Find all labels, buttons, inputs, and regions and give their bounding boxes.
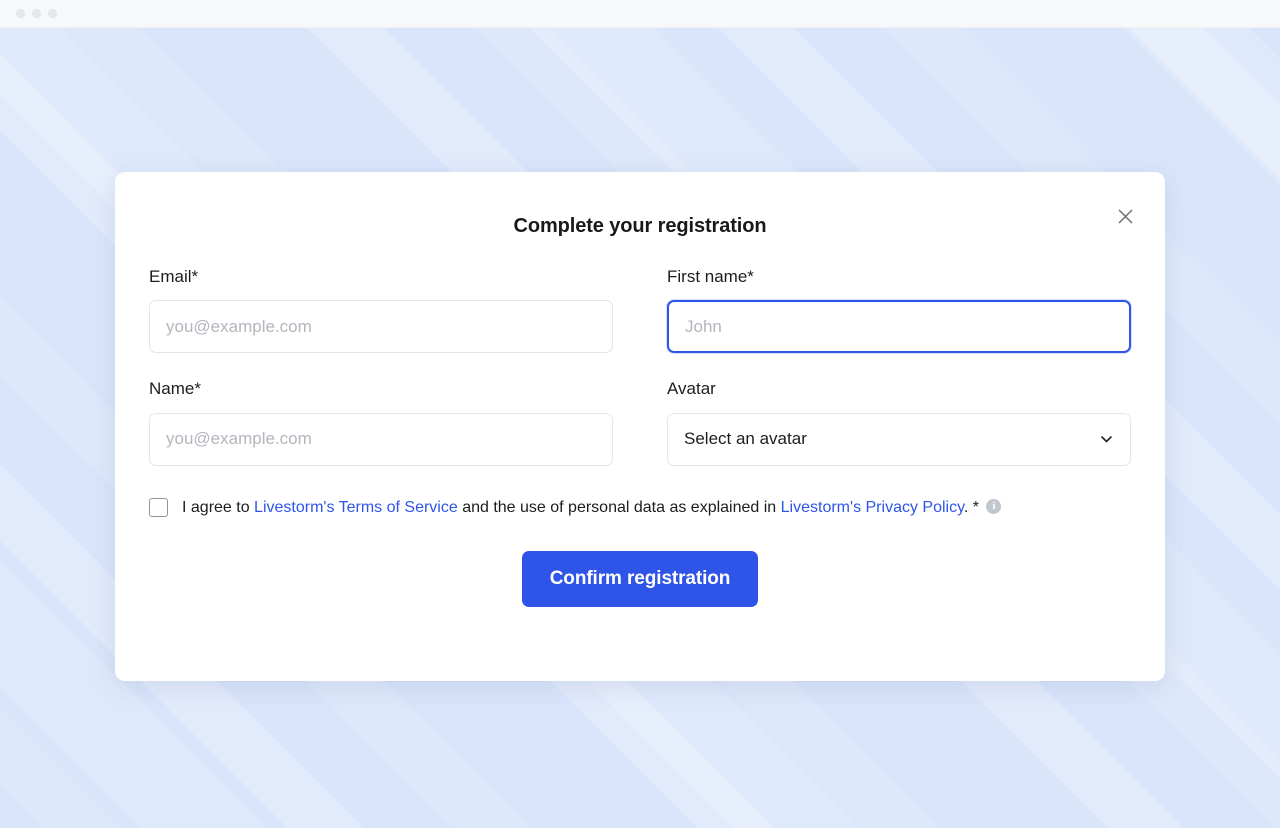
email-label: Email* xyxy=(149,267,613,287)
browser-chrome xyxy=(0,0,1280,28)
avatar-label: Avatar xyxy=(667,379,1131,399)
avatar-select[interactable]: Select an avatar xyxy=(667,413,1131,466)
window-close-dot[interactable] xyxy=(16,9,25,18)
field-first-name: First name* xyxy=(667,267,1131,353)
submit-row: Confirm registration xyxy=(149,551,1131,607)
page-title: Complete your registration xyxy=(149,215,1131,238)
avatar-select-value: Select an avatar xyxy=(684,429,807,449)
window-minimize-dot[interactable] xyxy=(32,9,41,18)
registration-form: Email* First name* Name* Avatar Select a… xyxy=(149,267,1131,492)
info-icon[interactable]: i xyxy=(986,499,1001,514)
field-avatar: Avatar Select an avatar xyxy=(667,379,1131,465)
consent-text-part2: and the use of personal data as explaine… xyxy=(458,499,781,516)
avatar-select-wrapper: Select an avatar xyxy=(667,413,1131,466)
field-email: Email* xyxy=(149,267,613,353)
registration-modal: Complete your registration Email* First … xyxy=(115,172,1165,681)
terms-of-service-link[interactable]: Livestorm's Terms of Service xyxy=(254,499,458,516)
consent-text-part1: I agree to xyxy=(182,499,254,516)
consent-row: I agree to Livestorm's Terms of Service … xyxy=(149,494,1131,522)
confirm-registration-button[interactable]: Confirm registration xyxy=(522,551,759,607)
consent-text: I agree to Livestorm's Terms of Service … xyxy=(182,494,1001,522)
privacy-policy-link[interactable]: Livestorm's Privacy Policy xyxy=(781,499,964,516)
name-input[interactable] xyxy=(149,413,613,466)
window-maximize-dot[interactable] xyxy=(48,9,57,18)
field-name: Name* xyxy=(149,379,613,465)
app-root: Complete your registration Email* First … xyxy=(0,0,1280,828)
first-name-label: First name* xyxy=(667,267,1131,287)
email-input[interactable] xyxy=(149,300,613,353)
consent-text-part3: . * xyxy=(964,499,984,516)
consent-checkbox[interactable] xyxy=(149,498,168,517)
first-name-input[interactable] xyxy=(667,300,1131,353)
name-label: Name* xyxy=(149,379,613,399)
close-icon[interactable] xyxy=(1111,202,1139,230)
